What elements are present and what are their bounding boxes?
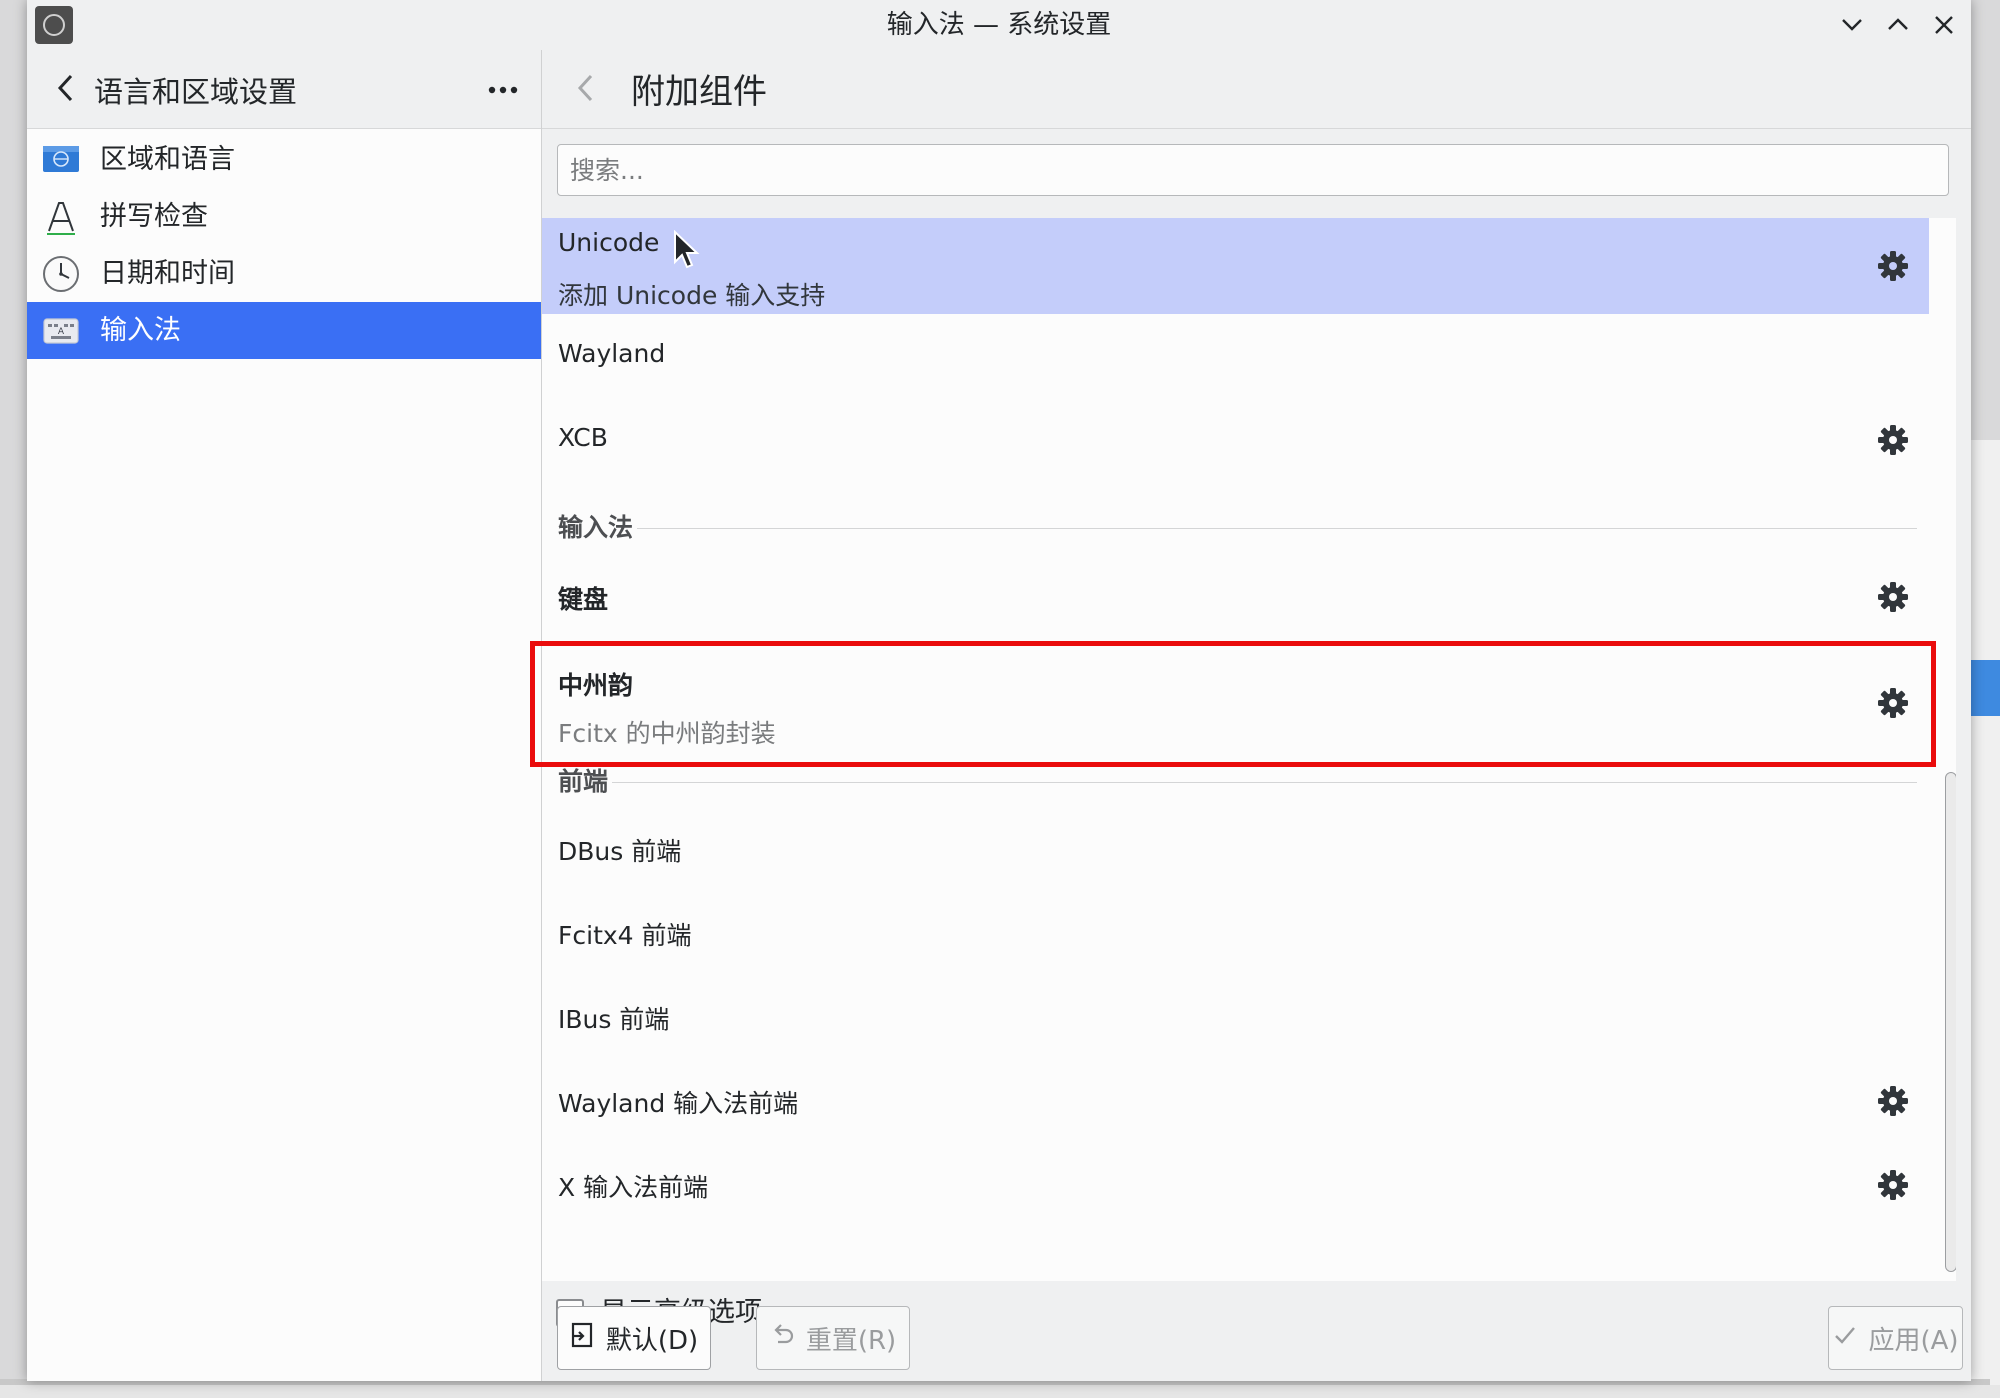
background-window-selection — [1968, 660, 2000, 716]
addon-list: Unicode 添加 Unicode 输入支持 Wayland XCB 输入法 … — [542, 218, 1956, 1281]
minimize-icon[interactable] — [1833, 6, 1871, 44]
addon-title: 键盘 — [558, 585, 609, 614]
gear-icon[interactable] — [1875, 422, 1911, 458]
section-header-frontend: 前端 — [542, 754, 1929, 810]
gear-icon[interactable] — [1875, 248, 1911, 284]
reset-button[interactable]: 重置(R) — [756, 1306, 910, 1370]
reset-button-label: 重置(R) — [805, 1325, 897, 1356]
sidebar-category-title: 语言和区域设置 — [94, 75, 298, 109]
sidebar-header: 语言和区域设置 — [27, 50, 541, 129]
section-header-input-method: 输入法 — [542, 500, 1929, 556]
apply-button-label: 应用(A) — [1868, 1325, 1959, 1356]
addon-row-wayland-im[interactable]: Wayland 输入法前端 — [542, 1062, 1929, 1146]
section-title: 前端 — [558, 767, 609, 796]
undo-icon — [770, 1322, 796, 1355]
back-arrow-icon[interactable] — [49, 70, 85, 106]
addon-row-wayland[interactable]: Wayland — [542, 314, 1929, 398]
close-icon[interactable] — [1925, 6, 1963, 44]
svg-text:A: A — [58, 327, 65, 337]
spellcheck-icon — [41, 197, 81, 237]
list-scrollbar[interactable] — [1945, 772, 1956, 1272]
default-button-label: 默认(D) — [605, 1325, 699, 1356]
search-input[interactable] — [557, 144, 1949, 196]
main-header: 附加组件 — [542, 50, 1971, 129]
gear-icon[interactable] — [1875, 685, 1911, 721]
apply-button[interactable]: 应用(A) — [1828, 1306, 1963, 1370]
default-button[interactable]: 默认(D) — [557, 1306, 711, 1370]
keyboard-icon: A — [41, 311, 81, 351]
clock-icon — [41, 254, 81, 294]
addon-row-xim[interactable]: X 输入法前端 — [542, 1146, 1929, 1230]
sidebar-item-label: 区域和语言 — [100, 144, 235, 175]
title-bar[interactable]: 输入法 — 系统设置 — [27, 0, 1971, 50]
background-window-edge — [1968, 440, 2000, 1398]
gear-icon[interactable] — [1875, 579, 1911, 615]
section-divider — [637, 528, 1917, 529]
back-arrow-icon[interactable] — [568, 70, 604, 106]
addon-title: Wayland 输入法前端 — [558, 1089, 799, 1118]
sidebar-item-label: 输入法 — [100, 315, 181, 346]
addon-row-keyboard[interactable]: 键盘 — [542, 556, 1929, 640]
maximize-icon[interactable] — [1879, 6, 1917, 44]
addon-row-dbus[interactable]: DBus 前端 — [542, 810, 1929, 894]
sidebar-item-label: 日期和时间 — [100, 258, 235, 289]
gear-icon[interactable] — [1875, 1083, 1911, 1119]
page-title: 附加组件 — [631, 72, 767, 112]
addon-row-fcitx4[interactable]: Fcitx4 前端 — [542, 894, 1929, 978]
addon-title: Fcitx4 前端 — [558, 921, 692, 950]
addon-row-ibus[interactable]: IBus 前端 — [542, 978, 1929, 1062]
default-icon — [570, 1321, 596, 1356]
window-title: 输入法 — 系统设置 — [886, 10, 1112, 40]
addon-title: IBus 前端 — [558, 1005, 670, 1034]
addon-title: Unicode — [558, 228, 660, 257]
addon-row-zhongzhouyun[interactable]: 中州韵 Fcitx 的中州韵封装 — [542, 640, 1929, 766]
sidebar-item-region-language[interactable]: 区域和语言 — [27, 131, 541, 188]
flag-icon — [41, 140, 81, 180]
sidebar-item-date-time[interactable]: 日期和时间 — [27, 245, 541, 302]
sidebar-item-label: 拼写检查 — [100, 201, 208, 232]
addon-title: DBus 前端 — [558, 837, 682, 866]
addon-subtitle: 添加 Unicode 输入支持 — [558, 281, 826, 310]
addon-row-xcb[interactable]: XCB — [542, 398, 1929, 482]
addon-title: Wayland — [558, 339, 666, 368]
addon-subtitle: Fcitx 的中州韵封装 — [558, 719, 776, 748]
more-options-icon[interactable] — [483, 72, 523, 106]
section-divider — [612, 782, 1917, 783]
background-window-bottom — [0, 1385, 2000, 1398]
main-panel: 附加组件 Unicode 添加 Unicode 输入支持 Wayland XCB — [530, 50, 1971, 1381]
settings-window: 输入法 — 系统设置 语言和区域设置 区域和语言 拼写检查 日期和时间 A 输入… — [27, 0, 1971, 1381]
mouse-cursor-icon — [673, 229, 703, 272]
sidebar-item-input-method[interactable]: A 输入法 — [27, 302, 541, 359]
addon-title: X 输入法前端 — [558, 1173, 709, 1202]
gear-icon[interactable] — [1875, 1167, 1911, 1203]
addon-title: XCB — [558, 423, 608, 452]
checkmark-icon — [1832, 1322, 1858, 1355]
addon-title: 中州韵 — [558, 671, 634, 700]
section-title: 输入法 — [558, 513, 634, 542]
sidebar: 语言和区域设置 区域和语言 拼写检查 日期和时间 A 输入法 — [27, 50, 542, 1381]
sidebar-item-spellcheck[interactable]: 拼写检查 — [27, 188, 541, 245]
addon-row-unicode[interactable]: Unicode 添加 Unicode 输入支持 — [542, 218, 1929, 314]
